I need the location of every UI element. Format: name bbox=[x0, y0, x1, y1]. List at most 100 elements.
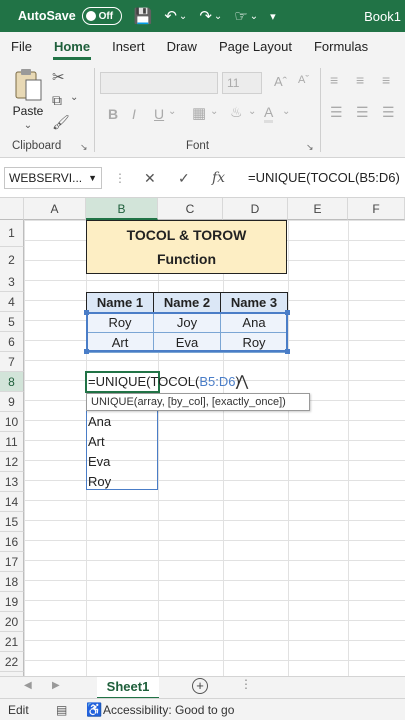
align-bottom-icon[interactable]: ≡ bbox=[382, 72, 390, 88]
touch-mode-icon[interactable]: ☞ bbox=[234, 7, 247, 25]
column-header-f[interactable]: F bbox=[348, 198, 405, 220]
dropdown-chevron-icon[interactable]: ⌄ bbox=[179, 11, 187, 22]
row-header-12[interactable]: 12 bbox=[0, 452, 24, 472]
range-handle[interactable] bbox=[285, 310, 290, 315]
borders-icon[interactable]: ▦ bbox=[192, 104, 206, 122]
align-top-icon[interactable]: ≡ bbox=[330, 72, 338, 88]
row-header-9[interactable]: 9 bbox=[0, 392, 24, 412]
copy-icon[interactable]: ⧉ bbox=[52, 92, 62, 109]
enter-icon[interactable]: ✓ bbox=[178, 167, 190, 189]
row-header-10[interactable]: 10 bbox=[0, 412, 24, 432]
formula-input[interactable]: =UNIQUE(TOCOL(B5:D6) bbox=[248, 167, 400, 189]
row-header-19[interactable]: 19 bbox=[0, 592, 24, 612]
italic-button[interactable]: I bbox=[132, 106, 136, 122]
row-header-3[interactable]: 3 bbox=[0, 272, 24, 292]
row-header-7[interactable]: 7 bbox=[0, 352, 24, 372]
save-icon[interactable]: 💾 bbox=[134, 7, 153, 25]
font-size-box[interactable]: 11 bbox=[222, 72, 262, 94]
row-header-21[interactable]: 21 bbox=[0, 632, 24, 652]
cancel-icon[interactable]: ✕ bbox=[144, 167, 156, 189]
name-box-value: WEBSERVI... bbox=[9, 171, 83, 185]
row-header-20[interactable]: 20 bbox=[0, 612, 24, 632]
range-handle[interactable] bbox=[84, 349, 89, 354]
spill-cell[interactable]: Art bbox=[88, 432, 105, 452]
column-header-b[interactable]: B bbox=[86, 198, 158, 220]
paste-button[interactable]: Paste ⌄ bbox=[10, 68, 46, 131]
table-header-cell[interactable]: Name 1 bbox=[86, 292, 154, 313]
dialog-launcher-icon[interactable]: ↘ bbox=[80, 142, 88, 153]
undo-icon[interactable]: ↶ bbox=[164, 7, 177, 25]
align-left-icon[interactable]: ☰ bbox=[330, 104, 343, 121]
format-painter-icon[interactable]: 🖌 bbox=[52, 114, 70, 131]
add-sheet-icon[interactable]: + bbox=[192, 678, 208, 694]
increase-font-icon[interactable]: Aˆ bbox=[274, 74, 287, 89]
row-header-4[interactable]: 4 bbox=[0, 292, 24, 312]
chevron-down-icon[interactable]: ⌄ bbox=[248, 106, 256, 117]
tab-insert[interactable]: Insert bbox=[101, 32, 156, 62]
font-color-icon[interactable]: A bbox=[264, 104, 274, 123]
tab-home[interactable]: Home bbox=[43, 32, 101, 62]
cut-icon[interactable]: ✂ bbox=[52, 68, 65, 86]
decrease-font-icon[interactable]: Aˇ bbox=[298, 74, 309, 86]
redo-icon[interactable]: ↷ bbox=[199, 7, 212, 25]
sheet-tab-sheet1[interactable]: Sheet1 bbox=[97, 677, 159, 699]
autosave-toggle[interactable]: Off bbox=[81, 7, 122, 25]
spill-cell[interactable]: Roy bbox=[88, 472, 111, 492]
range-handle[interactable] bbox=[84, 310, 89, 315]
row-header-22[interactable]: 22 bbox=[0, 652, 24, 672]
row-header-6[interactable]: 6 bbox=[0, 332, 24, 352]
function-tooltip[interactable]: UNIQUE(array, [by_col], [exactly_once]) bbox=[86, 393, 310, 411]
customize-toolbar-icon[interactable]: ▾ bbox=[270, 10, 276, 23]
scroll-right-icon[interactable]: ▶ bbox=[52, 680, 60, 691]
column-header-a[interactable]: A bbox=[24, 198, 86, 220]
row-header-11[interactable]: 11 bbox=[0, 432, 24, 452]
scroll-left-icon[interactable]: ◀ bbox=[24, 680, 32, 691]
row-header-14[interactable]: 14 bbox=[0, 492, 24, 512]
row-header-1[interactable]: 1 bbox=[0, 220, 24, 247]
accessibility-status[interactable]: Accessibility: Good to go bbox=[103, 699, 234, 721]
row-header-13[interactable]: 13 bbox=[0, 472, 24, 492]
row-header-17[interactable]: 17 bbox=[0, 552, 24, 572]
tab-draw[interactable]: Draw bbox=[156, 32, 208, 62]
range-handle[interactable] bbox=[285, 349, 290, 354]
align-center-icon[interactable]: ☰ bbox=[356, 104, 369, 121]
column-header-c[interactable]: C bbox=[158, 198, 223, 220]
select-all-corner[interactable] bbox=[0, 198, 24, 220]
accessibility-icon[interactable]: ♿ bbox=[86, 699, 102, 721]
fill-color-icon[interactable]: ♨ bbox=[230, 104, 243, 121]
tab-page-layout[interactable]: Page Layout bbox=[208, 32, 303, 62]
tab-file[interactable]: File bbox=[0, 32, 43, 62]
chevron-down-icon[interactable]: ⌄ bbox=[210, 106, 218, 117]
underline-button[interactable]: U bbox=[154, 106, 164, 122]
more-options-icon[interactable]: ⋮ bbox=[240, 677, 252, 691]
macro-recording-icon[interactable]: ▤ bbox=[56, 699, 67, 721]
table-header-cell[interactable]: Name 3 bbox=[220, 292, 288, 313]
row-header-15[interactable]: 15 bbox=[0, 512, 24, 532]
insert-function-icon[interactable]: fx bbox=[212, 167, 225, 189]
table-header-cell[interactable]: Name 2 bbox=[153, 292, 221, 313]
column-header-e[interactable]: E bbox=[288, 198, 348, 220]
row-header-16[interactable]: 16 bbox=[0, 532, 24, 552]
bold-button[interactable]: B bbox=[108, 106, 118, 122]
row-header-18[interactable]: 18 bbox=[0, 572, 24, 592]
spill-cell[interactable]: Ana bbox=[88, 412, 111, 432]
worksheet-grid[interactable]: A B C D E F 1 2 3 4 5 6 7 8 9 10 11 12 13 14 15 16 17 18 1… bbox=[0, 198, 405, 676]
chevron-down-icon[interactable]: ⌄ bbox=[70, 92, 78, 103]
spill-cell[interactable]: Eva bbox=[88, 452, 110, 472]
row-header-8[interactable]: 8 bbox=[0, 372, 24, 392]
row-header-5[interactable]: 5 bbox=[0, 312, 24, 332]
tab-formulas[interactable]: Formulas bbox=[303, 32, 379, 62]
chevron-down-icon[interactable]: ⌄ bbox=[282, 106, 290, 117]
chevron-down-icon[interactable]: ⌄ bbox=[168, 106, 176, 117]
align-middle-icon[interactable]: ≡ bbox=[356, 72, 364, 88]
dialog-launcher-icon[interactable]: ↘ bbox=[306, 142, 314, 153]
row-header-2[interactable]: 2 bbox=[0, 247, 24, 274]
name-box[interactable]: WEBSERVI... ▼ bbox=[4, 167, 102, 189]
dropdown-chevron-icon[interactable]: ⌄ bbox=[250, 11, 258, 22]
align-right-icon[interactable]: ☰ bbox=[382, 104, 395, 121]
dropdown-chevron-icon[interactable]: ⌄ bbox=[214, 11, 222, 22]
in-cell-formula[interactable]: =UNIQUE(TOCOL(B5:D6) bbox=[88, 372, 240, 392]
title-box[interactable]: TOCOL & TOROW Function bbox=[86, 220, 287, 274]
font-name-box[interactable] bbox=[100, 72, 218, 94]
column-header-d[interactable]: D bbox=[223, 198, 288, 220]
